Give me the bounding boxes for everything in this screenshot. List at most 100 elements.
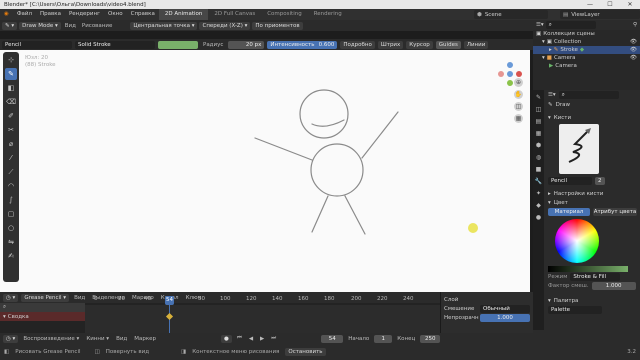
object-tab-icon[interactable]: ■ xyxy=(534,165,543,174)
tab-2d-full-canvas[interactable]: 2D Full Canvas xyxy=(208,9,261,20)
search-icon[interactable]: ⌕ xyxy=(3,304,6,311)
output-tab-icon[interactable]: ▤ xyxy=(534,117,543,126)
jump-end-icon[interactable]: ⏭ xyxy=(269,335,278,342)
outliner-item[interactable]: ▶ Camera xyxy=(533,62,640,70)
collapse-icon[interactable]: ▾ xyxy=(548,115,551,121)
brushes-section[interactable]: ▾ Кисти xyxy=(545,113,640,122)
render-tab-icon[interactable]: ◫ xyxy=(534,105,543,114)
arc-tool-icon[interactable]: ◠ xyxy=(5,180,17,192)
expand-icon[interactable]: ▾ xyxy=(3,314,6,320)
color-section[interactable]: ▾ Цвет xyxy=(545,198,640,207)
brush-users-field[interactable]: 2 xyxy=(595,176,605,185)
keying-menu[interactable]: Кинни ▾ xyxy=(84,336,111,342)
timeline-grid[interactable] xyxy=(85,305,440,336)
world-tab-icon[interactable]: ◍ xyxy=(534,153,543,162)
menu-help[interactable]: Справка xyxy=(127,9,159,20)
pivot-selector[interactable]: Центральная точка ▾ xyxy=(130,21,198,30)
line-tool-icon[interactable]: ⁄ xyxy=(5,152,17,164)
drawing-canvas[interactable] xyxy=(0,50,530,292)
play-icon[interactable]: ▶ xyxy=(258,336,266,342)
zoom-icon[interactable]: ⊕ xyxy=(514,78,523,87)
outliner-item[interactable]: ▾ ■ Camera 👁 xyxy=(533,54,640,62)
cursor-tool-icon[interactable]: ⊹ xyxy=(5,54,17,66)
mix-field[interactable]: 1.000 xyxy=(591,281,636,290)
palette-section[interactable]: ▾ Палитра xyxy=(545,296,640,305)
box-tool-icon[interactable]: ▢ xyxy=(5,208,17,220)
timeline-editor-icon[interactable]: ◷ ▾ xyxy=(3,334,19,343)
detail-button[interactable]: Подробно xyxy=(340,40,375,49)
outliner-item[interactable]: ▸ ✎ Stroke ◆ 👁 xyxy=(533,46,640,54)
fill-tool-icon[interactable]: ◧ xyxy=(5,82,17,94)
draw-tool-icon[interactable]: ✎ xyxy=(5,68,17,80)
curve-tool-icon[interactable]: ∫ xyxy=(5,194,17,206)
3d-viewport[interactable] xyxy=(0,50,530,292)
dopesheet-editor-icon[interactable]: ◷ ▾ xyxy=(3,293,19,302)
visibility-icon[interactable]: 👁 xyxy=(630,55,637,61)
color-wheel[interactable] xyxy=(555,219,640,263)
data-tab-icon[interactable]: ◆ xyxy=(534,201,543,210)
ortho-toggle-icon[interactable]: ▦ xyxy=(514,114,523,123)
brush-settings-section[interactable]: ▸ Настройки кисти xyxy=(545,189,640,198)
record-icon[interactable]: ● xyxy=(221,334,232,343)
color-swatch[interactable] xyxy=(158,40,198,49)
menu-render[interactable]: Рендеринг xyxy=(65,9,104,20)
play-reverse-icon[interactable]: ◀ xyxy=(247,336,255,342)
radius-field[interactable]: 20 px xyxy=(228,40,265,49)
playback-menu[interactable]: Воспроизведение ▾ xyxy=(21,336,81,342)
color-wheel-icon[interactable] xyxy=(555,219,599,263)
end-field[interactable]: 250 xyxy=(420,334,441,343)
editor-type-button[interactable]: ✎ ▾ xyxy=(2,21,18,30)
maximize-icon[interactable]: ☐ xyxy=(600,0,620,9)
strength-field[interactable]: Интенсивность 0.600 xyxy=(267,40,338,49)
minimize-icon[interactable]: — xyxy=(580,0,600,9)
effects-tab-icon[interactable]: ✦ xyxy=(534,189,543,198)
menu-view[interactable]: Вид xyxy=(63,23,78,29)
palette-selector[interactable]: Palette xyxy=(548,305,602,314)
snap-selector[interactable]: По приоментов xyxy=(252,21,303,30)
jump-start-icon[interactable]: ⏮ xyxy=(235,335,244,342)
view-layer-selector[interactable]: ▤ ViewLayer xyxy=(560,10,640,19)
cutter-tool-icon[interactable]: ✂ xyxy=(5,124,17,136)
scene-tab-icon[interactable]: ⬢ xyxy=(534,141,543,150)
circle-tool-icon[interactable]: ○ xyxy=(5,222,17,234)
menu-edit[interactable]: Правка xyxy=(36,9,65,20)
outliner-item[interactable]: ▾ ▣ Collection 👁 xyxy=(533,38,640,46)
material-tab-icon[interactable]: ● xyxy=(534,213,543,222)
annotate-tool-icon[interactable]: ✍ xyxy=(5,250,17,262)
tint-tool-icon[interactable]: ✐ xyxy=(5,110,17,122)
expand-icon[interactable]: ▾ xyxy=(542,55,545,61)
current-frame-field[interactable]: 54 xyxy=(321,334,344,343)
channel-row[interactable]: ⌕ xyxy=(0,303,85,312)
pan-icon[interactable]: ✋ xyxy=(514,90,523,99)
outliner-search-input[interactable]: ⌕ xyxy=(545,21,596,29)
visibility-icon[interactable]: 👁 xyxy=(630,39,637,45)
view-layer-tab-icon[interactable]: ▦ xyxy=(534,129,543,138)
scene-selector[interactable]: ⬢ Scene xyxy=(474,10,548,19)
material-selector[interactable]: Solid Stroke xyxy=(75,40,155,49)
tab-2d-animation[interactable]: 2D Animation xyxy=(158,9,209,20)
view-menu[interactable]: Вид xyxy=(114,336,129,342)
playhead[interactable]: 54 xyxy=(165,296,174,305)
outliner-editor-icon[interactable]: ☰▾ xyxy=(536,22,544,28)
tab-compositing[interactable]: Compositing xyxy=(261,9,307,20)
interpolate-tool-icon[interactable]: ⇋ xyxy=(5,236,17,248)
cursor-button[interactable]: Курсор xyxy=(406,40,433,49)
tool-tab-icon[interactable]: ✎ xyxy=(534,93,543,102)
close-icon[interactable]: ✕ xyxy=(620,0,640,9)
polyline-tool-icon[interactable]: ⟋ xyxy=(5,166,17,178)
collapse-icon[interactable]: ▾ xyxy=(548,200,551,206)
frame-ruler[interactable]: 0 20 40 80 100 120 140 160 180 200 220 2… xyxy=(85,296,440,305)
expand-icon[interactable]: ▾ xyxy=(542,39,545,45)
brush-preview[interactable] xyxy=(559,124,599,174)
lines-button[interactable]: Линии xyxy=(463,40,489,49)
material-tab[interactable]: Материал xyxy=(548,207,590,216)
brush-name-field[interactable]: Pencil xyxy=(548,176,592,185)
marker-menu[interactable]: Маркер xyxy=(132,336,158,342)
stroke-button[interactable]: Штрих xyxy=(377,40,404,49)
filter-icon[interactable]: ⚲ xyxy=(633,22,637,28)
tab-rendering[interactable]: Rendering xyxy=(308,9,348,20)
erase-tool-icon[interactable]: ⌫ xyxy=(5,96,17,108)
opacity-field[interactable]: 1.000 xyxy=(480,313,530,322)
blender-logo-icon[interactable]: ◉ xyxy=(0,9,13,20)
vertex-color-tab[interactable]: Атрибут цвета xyxy=(593,207,637,216)
